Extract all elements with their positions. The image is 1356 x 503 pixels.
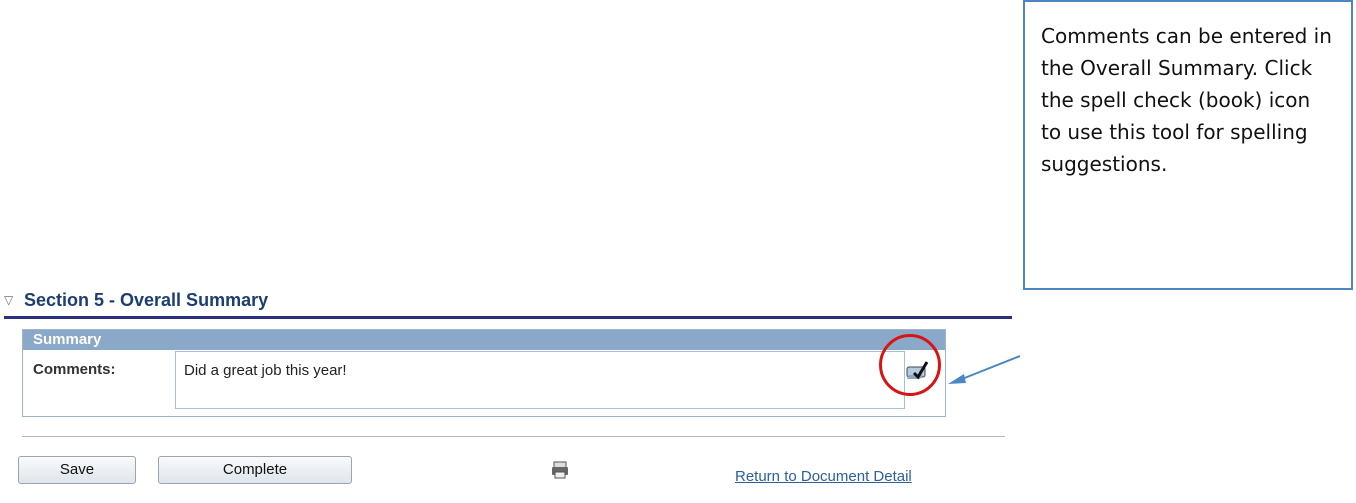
return-to-document-detail-link[interactable]: Return to Document Detail <box>735 468 912 485</box>
summary-panel: Summary Comments: Did a great job this y… <box>22 329 946 417</box>
section-title: Section 5 - Overall Summary <box>24 290 269 310</box>
complete-button[interactable]: Complete <box>158 456 352 484</box>
highlight-circle <box>879 334 941 396</box>
section-header[interactable]: ▽ Section 5 - Overall Summary <box>4 286 1012 319</box>
callout-arrow-icon <box>948 355 1020 384</box>
instruction-callout: Comments can be entered in the Overall S… <box>1023 0 1353 290</box>
summary-bar-title: Summary <box>23 330 945 350</box>
save-button[interactable]: Save <box>18 456 136 484</box>
collapse-triangle-icon[interactable]: ▽ <box>4 294 16 306</box>
comments-label: Comments: <box>33 361 116 378</box>
print-icon[interactable] <box>550 460 570 480</box>
comments-textarea[interactable]: Did a great job this year! <box>175 351 905 409</box>
divider-line <box>22 436 1005 437</box>
